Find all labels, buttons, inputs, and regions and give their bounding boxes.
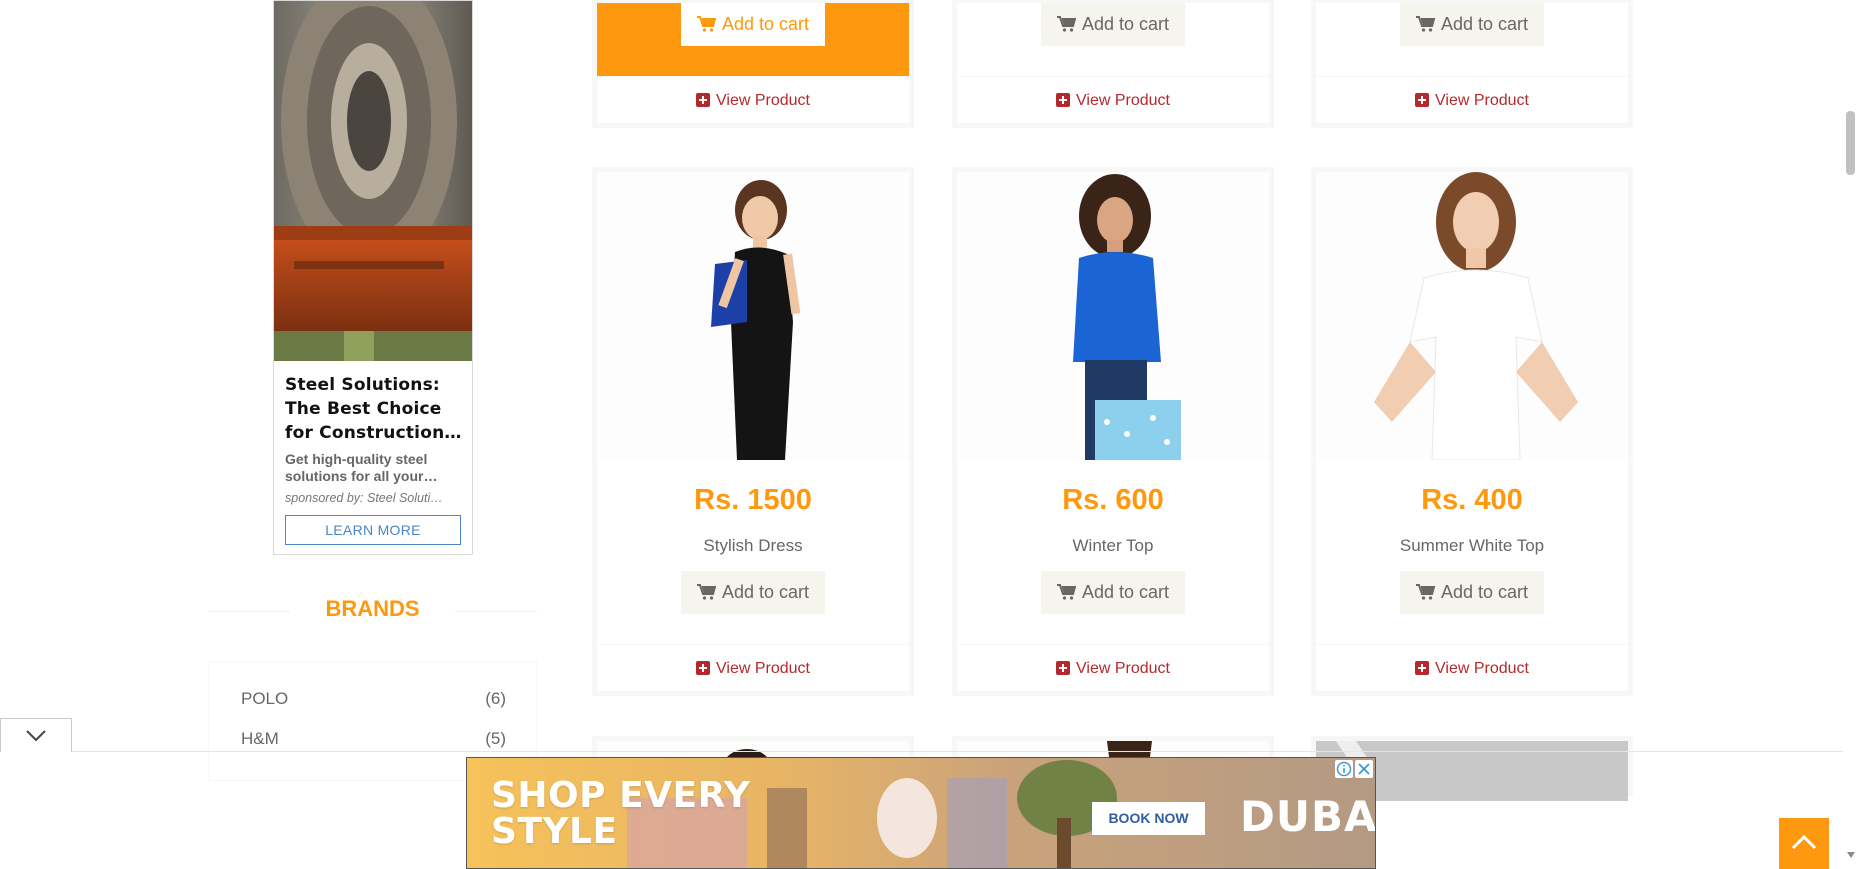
product-name: Stylish Dress — [703, 536, 803, 555]
divider — [455, 611, 537, 612]
close-icon[interactable] — [1355, 760, 1373, 778]
add-to-cart-button[interactable]: Add to cart — [1400, 3, 1544, 46]
plus-square-icon — [1415, 661, 1429, 675]
plus-square-icon — [696, 661, 710, 675]
brand-name[interactable]: POLO — [241, 689, 288, 713]
product-price: Rs. 400 — [1421, 484, 1523, 516]
add-to-cart-label: Add to cart — [721, 582, 810, 602]
product-card: Add to cart View Product — [952, 0, 1274, 128]
brands-heading: BRANDS — [208, 594, 537, 624]
brands-title: BRANDS — [325, 596, 420, 621]
brand-count: (6) — [485, 689, 506, 708]
add-to-cart-button[interactable]: Add to cart — [681, 571, 825, 614]
view-product-label: View Product — [1076, 660, 1170, 677]
ad-title[interactable]: Steel Solutions: The Best Choice for Con… — [285, 373, 465, 445]
brand-item-hm[interactable]: H&M (5) — [241, 729, 506, 753]
add-to-cart-button[interactable]: Add to cart — [1400, 571, 1544, 614]
add-to-cart-label: Add to cart — [1081, 582, 1170, 602]
ad-description[interactable]: Get high-quality steel solutions for all… — [285, 451, 461, 485]
add-to-cart-button[interactable]: Add to cart — [1041, 571, 1185, 614]
view-product-label: View Product — [1435, 660, 1529, 677]
add-to-cart-label: Add to cart — [1440, 14, 1529, 34]
cart-icon — [1415, 16, 1435, 32]
view-product-link[interactable]: View Product — [597, 644, 909, 691]
view-product-link[interactable]: View Product — [1316, 644, 1628, 691]
product-card: Add to cart View Product — [1311, 0, 1633, 128]
plus-square-icon — [1056, 661, 1070, 675]
ad-image-steel-coils[interactable] — [274, 1, 472, 361]
banner-headline-line2: STYLE — [491, 811, 618, 852]
view-product-link[interactable]: View Product — [597, 76, 909, 123]
dubai-logo: DUBAI — [1240, 792, 1376, 841]
banner-headline: SHOP EVERY STYLE — [491, 778, 750, 850]
view-product-link[interactable]: View Product — [957, 76, 1269, 123]
product-image[interactable] — [957, 172, 1269, 460]
product-price: Rs. 1500 — [694, 484, 812, 516]
collapse-ad-button[interactable] — [0, 718, 72, 752]
view-product-link[interactable]: View Product — [1316, 76, 1628, 123]
ad-sponsor: sponsored by: Steel Soluti… — [285, 491, 443, 505]
book-now-button[interactable]: BOOK NOW — [1092, 802, 1205, 835]
scroll-down-arrow-icon[interactable] — [1845, 849, 1857, 861]
product-card-summer-white-top: Rs. 400 Summer White Top Add to cart Vie… — [1311, 167, 1633, 696]
plus-square-icon — [696, 93, 710, 107]
product-name: Summer White Top — [1399, 536, 1545, 555]
product-listing-page: Steel Solutions: The Best Choice for Con… — [0, 0, 1860, 869]
add-to-cart-label: Add to cart — [1440, 582, 1529, 602]
view-product-label: View Product — [716, 660, 810, 677]
chevron-up-icon — [1791, 834, 1817, 850]
learn-more-button[interactable]: LEARN MORE — [285, 515, 461, 545]
product-card: Add to cart View Product — [592, 0, 914, 128]
ad-info-icon[interactable] — [1335, 760, 1353, 778]
product-price: Rs. 600 — [1062, 484, 1164, 516]
product-image[interactable] — [1316, 172, 1628, 460]
plus-square-icon — [1415, 93, 1429, 107]
product-name: Winter Top — [1072, 536, 1154, 555]
scrollbar-thumb[interactable] — [1846, 111, 1855, 175]
add-to-cart-button[interactable]: Add to cart — [681, 3, 825, 46]
plus-square-icon — [1056, 93, 1070, 107]
banner-headline-line1: SHOP EVERY — [491, 775, 751, 816]
brand-name[interactable]: H&M — [241, 729, 279, 753]
product-image[interactable] — [597, 172, 909, 460]
add-to-cart-button[interactable]: Add to cart — [1041, 3, 1185, 46]
anchor-ad-divider — [0, 751, 1843, 752]
add-to-cart-label: Add to cart — [1081, 14, 1170, 34]
brand-item-polo[interactable]: POLO (6) — [241, 689, 506, 713]
cart-icon — [696, 584, 716, 600]
cart-icon — [1415, 584, 1435, 600]
brand-count: (5) — [485, 729, 506, 748]
view-product-link[interactable]: View Product — [957, 644, 1269, 691]
view-product-label: View Product — [1076, 92, 1170, 109]
cart-icon — [696, 16, 716, 32]
product-card-winter-top: Rs. 600 Winter Top Add to cart View Prod… — [952, 167, 1274, 696]
view-product-label: View Product — [716, 92, 810, 109]
view-product-label: View Product — [1435, 92, 1529, 109]
scroll-to-top-button[interactable] — [1779, 818, 1829, 869]
bottom-banner-ad[interactable]: SHOP EVERY STYLE BOOK NOW DUBAI — [466, 757, 1376, 869]
cart-icon — [1056, 584, 1076, 600]
add-to-cart-label: Add to cart — [721, 14, 810, 34]
product-card-stylish-dress: Rs. 1500 Stylish Dress Add to cart View … — [592, 167, 914, 696]
cart-icon — [1056, 16, 1076, 32]
sidebar-ad[interactable]: Steel Solutions: The Best Choice for Con… — [273, 0, 473, 555]
chevron-down-icon — [26, 730, 46, 742]
